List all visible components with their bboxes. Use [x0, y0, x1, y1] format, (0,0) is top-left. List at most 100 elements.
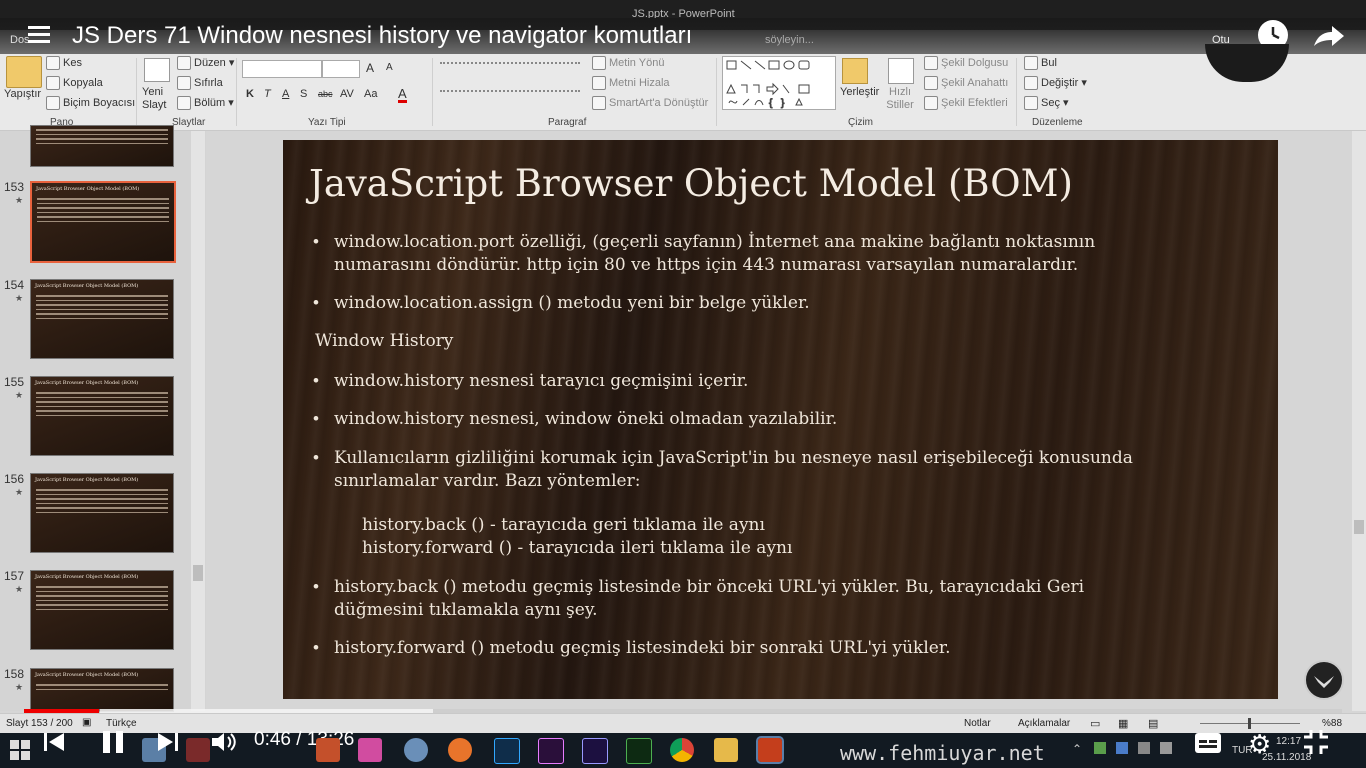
section-button[interactable]: Bölüm ▾: [177, 96, 234, 111]
ribbon-tab-home[interactable]: Dos: [10, 34, 30, 46]
font-color-button[interactable]: A: [398, 87, 407, 103]
taskbar-app-icon[interactable]: [404, 738, 428, 762]
bold-button[interactable]: K: [246, 88, 254, 100]
network-icon[interactable]: [1138, 742, 1150, 754]
arrange-icon[interactable]: [842, 58, 868, 84]
tray-chevron-icon[interactable]: ⌃: [1072, 742, 1082, 756]
tell-me-box[interactable]: söyleyin...: [765, 34, 814, 46]
taskbar-app-icon[interactable]: [186, 738, 210, 762]
thumbnail-number: 154: [4, 278, 25, 292]
sorter-view-icon[interactable]: ▦: [1118, 717, 1128, 730]
grow-font-button[interactable]: A: [366, 61, 374, 75]
thumbnail-title: JavaScript Browser Object Model (BOM): [35, 477, 139, 483]
slide-thumbnail-partial[interactable]: [30, 125, 174, 167]
change-case-button[interactable]: Aa: [364, 88, 377, 100]
file-explorer-icon[interactable]: [714, 738, 738, 762]
bullet-text: window.history nesnesi tarayıcı geçmişin…: [334, 371, 749, 391]
list-buttons[interactable]: [440, 62, 580, 76]
replace-icon: [1024, 76, 1038, 91]
paste-button[interactable]: Yapıştır: [4, 88, 41, 100]
normal-view-icon[interactable]: ▭: [1090, 717, 1100, 730]
share-icon[interactable]: [1310, 22, 1346, 53]
select-button[interactable]: Seç ▾: [1024, 96, 1069, 111]
after-effects-icon[interactable]: [582, 738, 608, 764]
replace-button[interactable]: Değiştir ▾: [1024, 76, 1087, 91]
windows-start-icon[interactable]: [10, 740, 30, 763]
star-icon: ★: [15, 390, 24, 400]
speaker-icon[interactable]: [1160, 742, 1172, 754]
italic-button[interactable]: T: [264, 88, 271, 100]
quick-styles-button[interactable]: Hızlı Stiller: [882, 86, 918, 112]
slide-canvas[interactable]: JavaScript Browser Object Model (BOM) • …: [283, 140, 1278, 699]
video-title[interactable]: JS Ders 71 Window nesnesi history ve nav…: [72, 22, 692, 50]
shape-fill-button[interactable]: Şekil Dolgusu: [924, 56, 1008, 70]
slide-thumbnail[interactable]: JavaScript Browser Object Model (BOM): [30, 570, 174, 650]
shape-effects-button[interactable]: Şekil Efektleri: [924, 96, 1008, 110]
smartart-button[interactable]: SmartArt'a Dönüştür: [592, 96, 708, 110]
find-button[interactable]: Bul: [1024, 56, 1057, 70]
new-slide-button[interactable]: Yeni Slayt: [142, 86, 172, 112]
reading-view-icon[interactable]: ▤: [1148, 717, 1158, 730]
comments-button[interactable]: Açıklamalar: [1018, 718, 1070, 729]
slide-title[interactable]: JavaScript Browser Object Model (BOM): [309, 162, 1073, 205]
slide-thumbnail[interactable]: JavaScript Browser Object Model (BOM): [30, 668, 174, 712]
strikethrough-button[interactable]: abc: [318, 89, 333, 99]
zoom-slider-thumb[interactable]: [1248, 718, 1251, 729]
arrange-button[interactable]: Yerleştir: [840, 86, 879, 98]
tray-icon[interactable]: [1094, 742, 1106, 754]
shadow-button[interactable]: S: [300, 88, 307, 100]
thumbnail-scrollbar[interactable]: [191, 131, 205, 711]
pause-icon[interactable]: [100, 728, 126, 759]
align-text-button[interactable]: Metni Hizala: [592, 76, 670, 90]
copy-button[interactable]: Kopyala: [46, 76, 103, 90]
notes-button[interactable]: Notlar: [964, 718, 991, 729]
font-family-select[interactable]: [242, 60, 322, 78]
slide-thumbnail[interactable]: JavaScript Browser Object Model (BOM): [30, 279, 174, 359]
paste-icon[interactable]: [6, 56, 42, 88]
premiere-icon[interactable]: [538, 738, 564, 764]
exit-fullscreen-icon[interactable]: [1302, 728, 1330, 759]
slide-scrollbar[interactable]: [1352, 131, 1366, 711]
powerpoint-icon[interactable]: [756, 736, 784, 764]
website-watermark: www.fehmiuyar.net: [840, 741, 1045, 765]
shapes-gallery[interactable]: {}: [722, 56, 836, 110]
tray-icon[interactable]: [1116, 742, 1128, 754]
reset-button[interactable]: Sıfırla: [177, 76, 223, 90]
spellcheck-icon[interactable]: ▣: [82, 717, 91, 728]
firefox-icon[interactable]: [448, 738, 472, 762]
text-direction-icon: [592, 56, 606, 70]
thumbnail-scroll-thumb[interactable]: [193, 565, 203, 581]
slide-thumbnail[interactable]: JavaScript Browser Object Model (BOM): [30, 181, 176, 263]
star-icon: ★: [15, 682, 24, 692]
brush-icon: [46, 96, 60, 110]
slide-thumbnail[interactable]: JavaScript Browser Object Model (BOM): [30, 376, 174, 456]
char-spacing-button[interactable]: AV: [340, 88, 354, 100]
shape-outline-button[interactable]: Şekil Anahattı: [924, 76, 1008, 90]
captions-icon[interactable]: [1194, 732, 1222, 757]
slide-thumbnail[interactable]: JavaScript Browser Object Model (BOM): [30, 473, 174, 553]
taskbar-app-icon[interactable]: [316, 738, 340, 762]
taskbar-app-icon[interactable]: [358, 738, 382, 762]
group-label-yazi-tipi: Yazı Tipi: [308, 117, 346, 128]
photoshop-icon[interactable]: [494, 738, 520, 764]
chrome-icon[interactable]: [670, 738, 694, 762]
align-text-icon: [592, 76, 606, 90]
align-buttons[interactable]: [440, 90, 580, 104]
bullet-text: history.forward () metodu geçmiş listesi…: [334, 638, 951, 658]
next-icon[interactable]: [156, 730, 180, 757]
channel-watermark-icon[interactable]: [1304, 660, 1344, 700]
slide-scroll-thumb[interactable]: [1354, 520, 1364, 534]
cut-button[interactable]: Kes: [46, 56, 82, 70]
previous-icon[interactable]: [42, 730, 66, 757]
new-slide-icon[interactable]: [144, 58, 170, 82]
font-size-select[interactable]: [322, 60, 360, 78]
volume-icon[interactable]: [210, 730, 238, 757]
quick-styles-icon[interactable]: [888, 58, 914, 84]
format-painter-button[interactable]: Biçim Boyacısı: [46, 96, 135, 110]
layout-button[interactable]: Düzen ▾: [177, 56, 234, 71]
shrink-font-button[interactable]: A: [386, 62, 393, 73]
underline-button[interactable]: A: [282, 88, 289, 100]
text-direction-button[interactable]: Metin Yönü: [592, 56, 664, 70]
dreamweaver-icon[interactable]: [626, 738, 652, 764]
menu-icon[interactable]: [28, 26, 50, 44]
